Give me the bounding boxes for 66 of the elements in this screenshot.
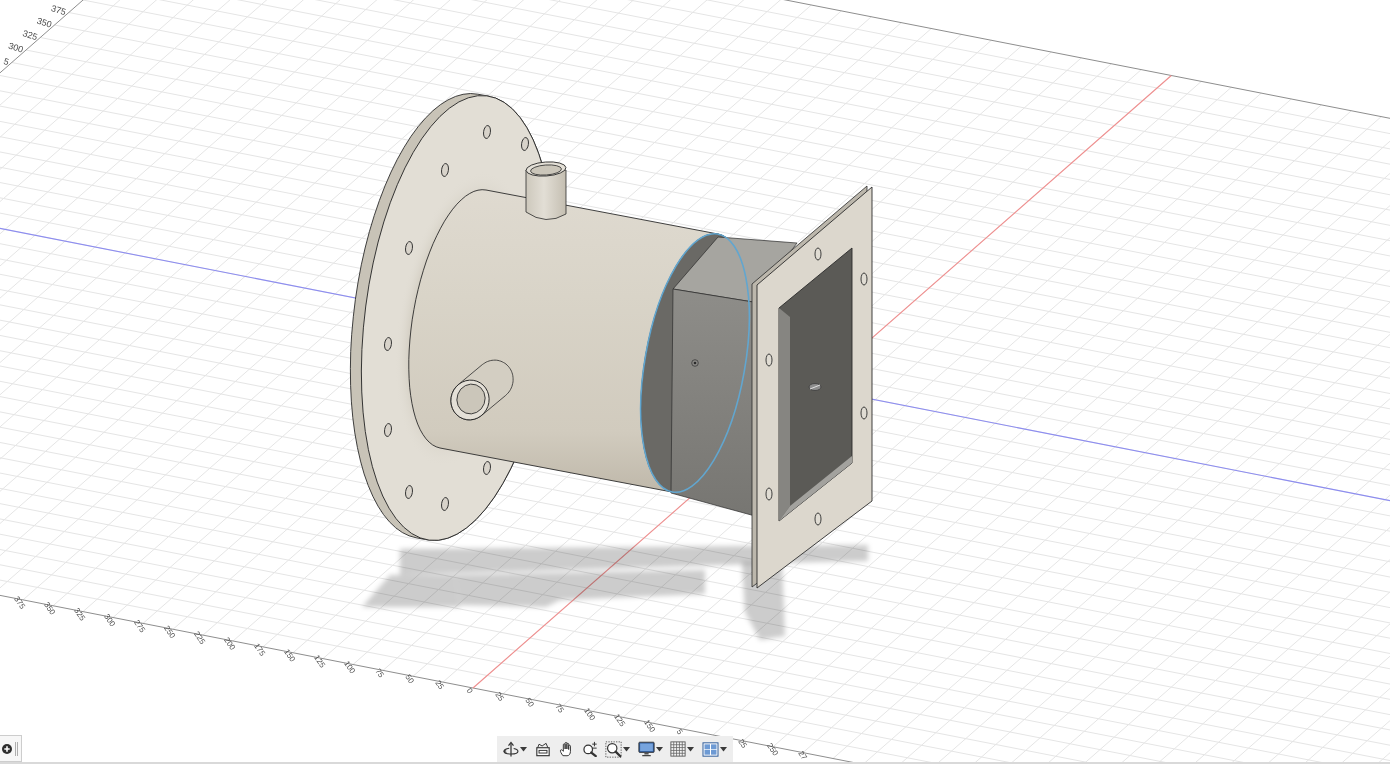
ruler-label: 5: [2, 56, 11, 68]
ruler-label: 250: [765, 741, 781, 758]
bolt-hole: [405, 241, 413, 255]
bolt-hole: [765, 353, 773, 367]
magnifier-plus-minus-icon: [581, 741, 598, 757]
bolt-hole: [441, 497, 449, 511]
box-icon: [534, 741, 551, 757]
rotate-arrow-icon: [503, 741, 519, 757]
bolt-hole: [405, 485, 413, 499]
ruler-label: 100: [342, 659, 358, 676]
ruler-label: 50: [523, 696, 536, 709]
ruler-label: 25: [433, 678, 446, 692]
bolt-hole: [521, 137, 529, 151]
grid-settings-button[interactable]: [669, 738, 696, 760]
ruler-label: 150: [642, 718, 658, 735]
dashed-magnifier-icon: [605, 740, 623, 758]
bolt-hole: [441, 163, 449, 177]
plus-circle-icon[interactable]: [2, 743, 12, 754]
ruler-label: 300: [7, 40, 25, 55]
caret-icon: [520, 746, 527, 752]
bolt-hole: [483, 461, 491, 475]
bolt-hole: [860, 406, 868, 420]
caret-icon: [719, 746, 727, 752]
grid-icon: [670, 741, 687, 757]
ruler-label: 275: [132, 618, 148, 635]
caret-icon: [687, 746, 695, 752]
ruler-label: 100: [582, 706, 598, 723]
caret-icon: [623, 746, 631, 752]
ruler-label: 375: [49, 3, 68, 18]
ruler-label: 375: [12, 594, 28, 611]
ruler-label: 5: [674, 727, 685, 737]
ruler-label: 250: [162, 624, 178, 641]
ruler-label: 25: [493, 690, 506, 703]
ruler-label: 27: [796, 749, 809, 762]
ruler-label: 150: [282, 647, 298, 664]
ruler-label: 0: [464, 686, 475, 696]
bolt-hole: [384, 423, 392, 437]
ruler-label: 175: [252, 641, 268, 658]
ruler-label: 325: [72, 606, 88, 623]
center-point-icon: [691, 359, 699, 367]
ruler-label: 50: [403, 672, 416, 686]
origin-icon: [808, 383, 822, 391]
caret-icon: [655, 746, 663, 752]
bolt-hole: [814, 247, 822, 261]
ruler-label: 25: [736, 737, 749, 750]
ruler-label: 325: [21, 28, 39, 43]
ruler-label: 225: [192, 629, 208, 646]
ruler-label: 300: [102, 612, 118, 629]
ruler-label: 350: [42, 600, 58, 617]
bolt-hole: [765, 487, 773, 501]
ruler-label: 200: [222, 635, 238, 652]
ruler-label: 125: [612, 712, 628, 729]
ruler-label: 75: [373, 666, 386, 680]
grip-icon[interactable]: [15, 741, 18, 756]
bolt-hole: [860, 272, 868, 286]
bolt-hole: [384, 337, 392, 351]
bolt-hole: [814, 512, 822, 526]
ruler-label: 125: [312, 653, 328, 670]
ruler-label: 350: [35, 15, 54, 30]
pipe-nozzle: [525, 161, 567, 220]
four-panes-icon: [701, 741, 719, 757]
monitor-icon: [637, 741, 655, 757]
zoom-window-button[interactable]: [604, 738, 632, 760]
pipe-nozzle: [450, 359, 514, 421]
bolt-hole: [483, 125, 491, 139]
ruler-label: 75: [553, 702, 566, 715]
